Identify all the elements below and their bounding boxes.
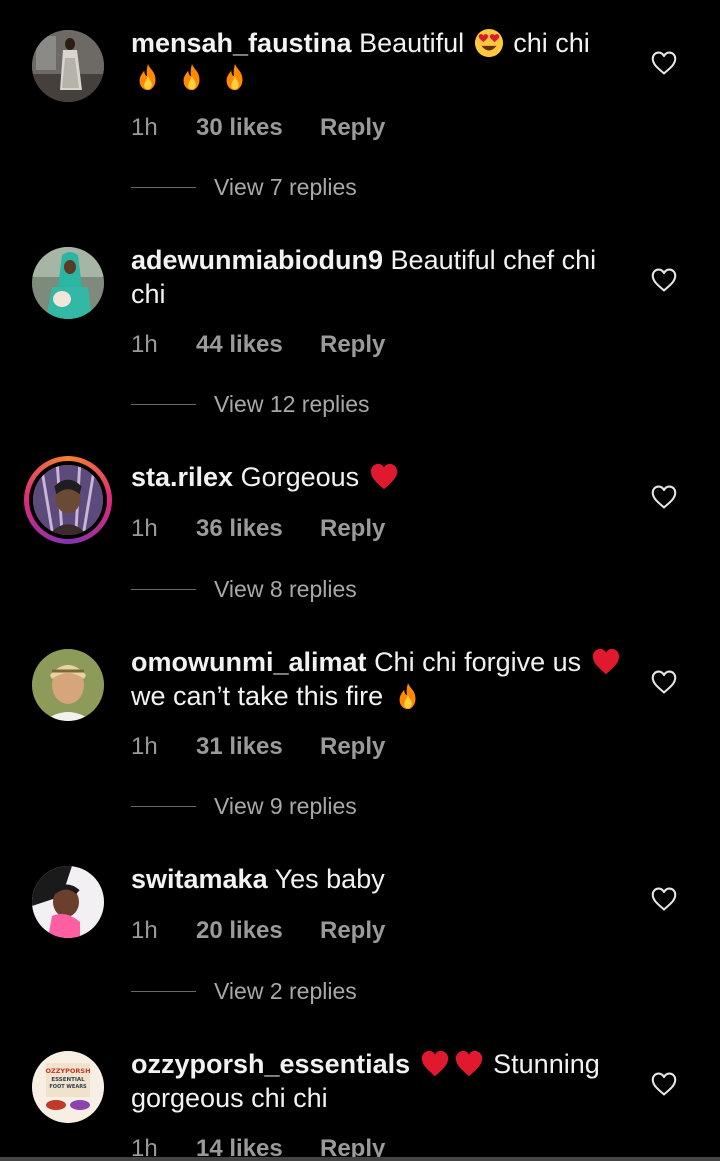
reply-button[interactable]: Reply: [320, 915, 385, 947]
avatar[interactable]: [32, 30, 104, 102]
divider-line: [131, 186, 196, 188]
like-heart-icon[interactable]: [650, 886, 678, 912]
likes-count[interactable]: 30 likes: [196, 112, 320, 144]
comment-meta: 1h 36 likes Reply: [131, 513, 631, 545]
comment-text: we can’t take this fire: [131, 681, 384, 711]
view-replies-button[interactable]: View 7 replies: [131, 172, 357, 202]
comment-meta: 1h 31 likes Reply: [131, 731, 631, 763]
reply-button[interactable]: Reply: [320, 513, 385, 545]
avatar-story-ring[interactable]: [24, 456, 112, 544]
red-heart-emoji: [591, 647, 621, 677]
heart-eyes-emoji: [474, 28, 504, 58]
view-replies-button[interactable]: View 9 replies: [131, 791, 357, 821]
comment-time: 1h: [131, 733, 158, 760]
comment-text: Beautiful: [359, 28, 465, 58]
comment-meta: 1h 44 likes Reply: [131, 329, 631, 361]
red-heart-emoji: [420, 1049, 450, 1079]
comment-username[interactable]: ozzyporsh_essentials: [131, 1049, 410, 1079]
comment-text: Gorgeous: [240, 462, 360, 492]
svg-text:ESSENTIAL: ESSENTIAL: [51, 1077, 85, 1083]
avatar-photo: [32, 247, 104, 319]
divider-line: [131, 805, 196, 807]
likes-count[interactable]: 31 likes: [196, 731, 320, 763]
like-heart-icon[interactable]: [650, 484, 678, 510]
comment-meta: 1h 30 likes Reply: [131, 112, 631, 144]
avatar-logo: OZZYPORSH ESSENTIAL FOOT WEARS: [32, 1051, 104, 1123]
view-replies-label: View 2 replies: [214, 977, 357, 1004]
comment-username[interactable]: omowunmi_alimat: [131, 647, 367, 677]
svg-text:FOOT WEARS: FOOT WEARS: [49, 1084, 87, 1090]
view-replies-label: View 9 replies: [214, 792, 357, 819]
bottom-edge-bar: [0, 1157, 720, 1161]
fire-emoji: [177, 62, 207, 92]
comment-time: 1h: [131, 331, 158, 358]
fire-emoji: [133, 62, 163, 92]
likes-count[interactable]: 36 likes: [196, 513, 320, 545]
like-heart-icon[interactable]: [650, 50, 678, 76]
comment-text: gorgeous chi chi: [131, 1083, 328, 1113]
comment-username[interactable]: mensah_faustina: [131, 28, 352, 58]
reply-button[interactable]: Reply: [320, 112, 385, 144]
comment-text: chi chi: [513, 28, 590, 58]
svg-text:OZZYPORSH: OZZYPORSH: [45, 1067, 90, 1075]
red-heart-emoji: [454, 1049, 484, 1079]
reply-button[interactable]: Reply: [320, 329, 385, 361]
comment-username[interactable]: adewunmiabiodun9: [131, 245, 383, 275]
avatar-photo: [32, 649, 104, 721]
like-heart-icon[interactable]: [650, 1071, 678, 1097]
avatar[interactable]: [32, 247, 104, 319]
like-heart-icon[interactable]: [650, 267, 678, 293]
view-replies-button[interactable]: View 2 replies: [131, 976, 357, 1006]
comment-text: Chi chi forgive us: [374, 647, 582, 677]
red-heart-emoji: [369, 462, 399, 492]
comment-text: Yes baby: [274, 864, 385, 894]
divider-line: [131, 403, 196, 405]
fire-emoji: [393, 681, 423, 711]
view-replies-button[interactable]: View 12 replies: [131, 389, 370, 419]
likes-count[interactable]: 44 likes: [196, 329, 320, 361]
divider-line: [131, 588, 196, 590]
comment-time: 1h: [131, 515, 158, 542]
comment-username[interactable]: sta.rilex: [131, 462, 233, 492]
avatar-photo: [32, 30, 104, 102]
avatar[interactable]: [32, 649, 104, 721]
fire-emoji: [220, 62, 250, 92]
comment-meta: 1h 20 likes Reply: [131, 915, 631, 947]
avatar[interactable]: [32, 866, 104, 938]
view-replies-button[interactable]: View 8 replies: [131, 574, 357, 604]
comment-time: 1h: [131, 917, 158, 944]
reply-button[interactable]: Reply: [320, 731, 385, 763]
avatar-photo: [32, 866, 104, 938]
divider-line: [131, 990, 196, 992]
avatar-photo: [33, 465, 103, 535]
view-replies-label: View 12 replies: [214, 390, 370, 417]
comment-username[interactable]: switamaka: [131, 864, 268, 894]
comment-time: 1h: [131, 114, 158, 141]
avatar[interactable]: OZZYPORSH ESSENTIAL FOOT WEARS: [32, 1051, 104, 1123]
likes-count[interactable]: 20 likes: [196, 915, 320, 947]
view-replies-label: View 7 replies: [214, 173, 357, 200]
comment-text: Stunning: [493, 1049, 600, 1079]
like-heart-icon[interactable]: [650, 669, 678, 695]
comment-text: Beautiful chef chi: [390, 245, 597, 275]
view-replies-label: View 8 replies: [214, 575, 357, 602]
comment-text: chi: [131, 279, 166, 309]
